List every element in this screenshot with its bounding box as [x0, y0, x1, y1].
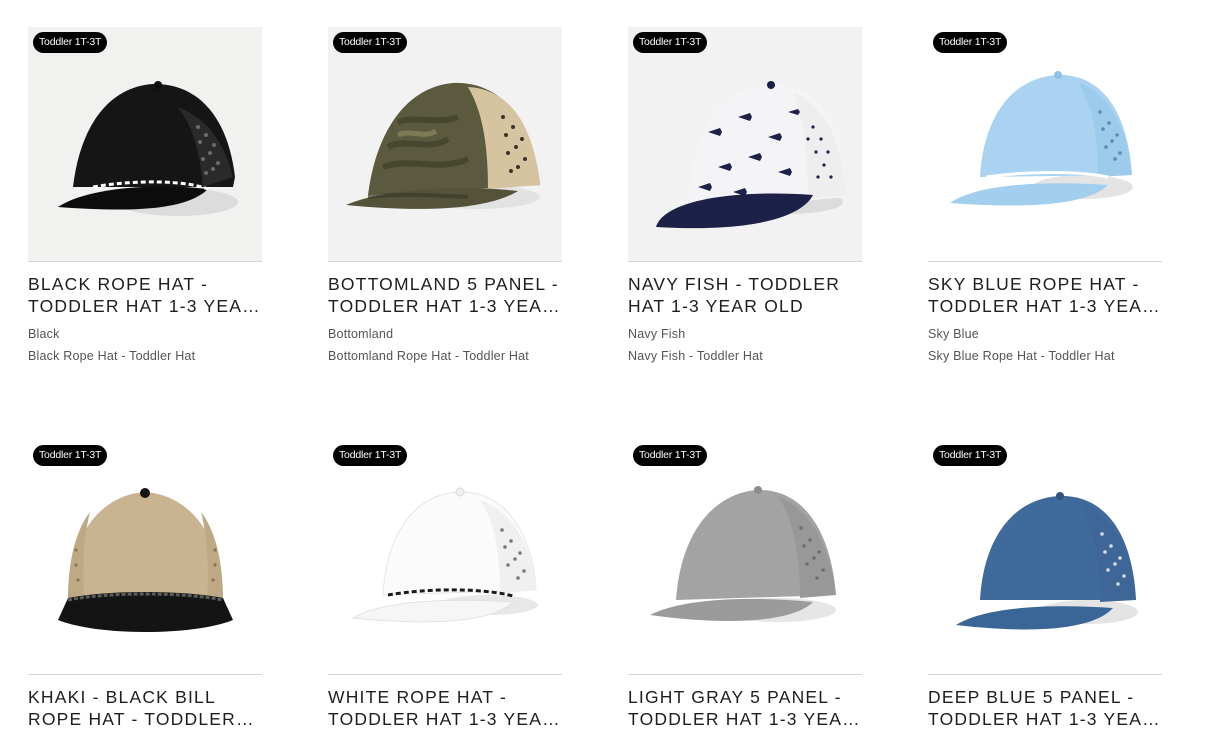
product-color: Navy Fish — [628, 327, 686, 341]
product-image[interactable]: Toddler 1T-3T — [328, 27, 562, 262]
product-image[interactable]: Toddler 1T-3T — [628, 27, 862, 262]
product-title[interactable]: BLACK ROPE HAT - TODDLER HAT 1-3 YEAR OL… — [28, 273, 262, 317]
product-image[interactable]: Toddler 1T-3T — [28, 440, 262, 675]
size-badge: Toddler 1T-3T — [333, 445, 408, 466]
product-subtitle: Bottomland Rope Hat - Toddler Hat — [328, 349, 529, 363]
product-subtitle: Navy Fish - Toddler Hat — [628, 349, 763, 363]
product-card[interactable]: Toddler 1T-3T KHAKI - BLACK BILL ROPE HA… — [28, 440, 262, 730]
product-title[interactable]: KHAKI - BLACK BILL ROPE HAT - TODDLER HA… — [28, 686, 262, 730]
product-image[interactable]: Toddler 1T-3T — [328, 440, 562, 675]
product-title[interactable]: SKY BLUE ROPE HAT - TODDLER HAT 1-3 YEAR… — [928, 273, 1162, 317]
product-card[interactable]: Toddler 1T-3T NAVY FISH - TODDLER HAT 1-… — [628, 27, 862, 363]
product-title[interactable]: WHITE ROPE HAT - TODDLER HAT 1-3 YEAR OL… — [328, 686, 562, 730]
product-color: Black — [28, 327, 60, 341]
product-color: Sky Blue — [928, 327, 979, 341]
product-image[interactable]: Toddler 1T-3T — [928, 440, 1162, 675]
product-title[interactable]: NAVY FISH - TODDLER HAT 1-3 YEAR OLD — [628, 273, 862, 317]
product-title[interactable]: LIGHT GRAY 5 PANEL - TODDLER HAT 1-3 YEA… — [628, 686, 862, 730]
product-title[interactable]: BOTTOMLAND 5 PANEL - TODDLER HAT 1-3 YEA… — [328, 273, 562, 317]
size-badge: Toddler 1T-3T — [333, 32, 408, 53]
product-image[interactable]: Toddler 1T-3T — [928, 27, 1162, 262]
deep-blue-hat-image — [956, 492, 1138, 630]
bottomland-hat-image — [346, 82, 540, 209]
size-badge: Toddler 1T-3T — [33, 32, 108, 53]
product-card[interactable]: Toddler 1T-3T SKY BLUE ROPE HAT - TODDLE… — [928, 27, 1162, 363]
product-card[interactable]: Toddler 1T-3T DEEP BLUE 5 PANEL - TODDLE… — [928, 440, 1162, 730]
size-badge: Toddler 1T-3T — [633, 445, 708, 466]
sky-blue-rope-hat-image — [950, 71, 1133, 206]
product-card[interactable]: Toddler 1T-3T WHITE ROPE HAT - TODDLER H… — [328, 440, 562, 730]
product-image[interactable]: Toddler 1T-3T — [628, 440, 862, 675]
product-image[interactable]: Toddler 1T-3T — [28, 27, 262, 262]
product-card[interactable]: Toddler 1T-3T LIGHT GRAY 5 PANEL - TODDL… — [628, 440, 862, 730]
size-badge: Toddler 1T-3T — [633, 32, 708, 53]
light-gray-hat-image — [650, 486, 836, 622]
product-card[interactable]: Toddler 1T-3T BOTTOMLAND 5 PANEL - TODDL… — [328, 27, 562, 363]
navy-fish-hat-image — [656, 81, 846, 229]
product-title[interactable]: DEEP BLUE 5 PANEL - TODDLER HAT 1-3 YEAR… — [928, 686, 1162, 730]
white-rope-hat-image — [351, 487, 538, 623]
product-subtitle: Sky Blue Rope Hat - Toddler Hat — [928, 349, 1115, 363]
black-rope-hat-image — [58, 81, 238, 216]
khaki-black-bill-hat-image — [58, 488, 233, 632]
size-badge: Toddler 1T-3T — [933, 32, 1008, 53]
product-color: Bottomland — [328, 327, 394, 341]
size-badge: Toddler 1T-3T — [933, 445, 1008, 466]
product-card[interactable]: Toddler 1T-3T BLACK ROPE HAT - TODDLER H… — [28, 27, 262, 363]
product-subtitle: Black Rope Hat - Toddler Hat — [28, 349, 196, 363]
size-badge: Toddler 1T-3T — [33, 445, 108, 466]
